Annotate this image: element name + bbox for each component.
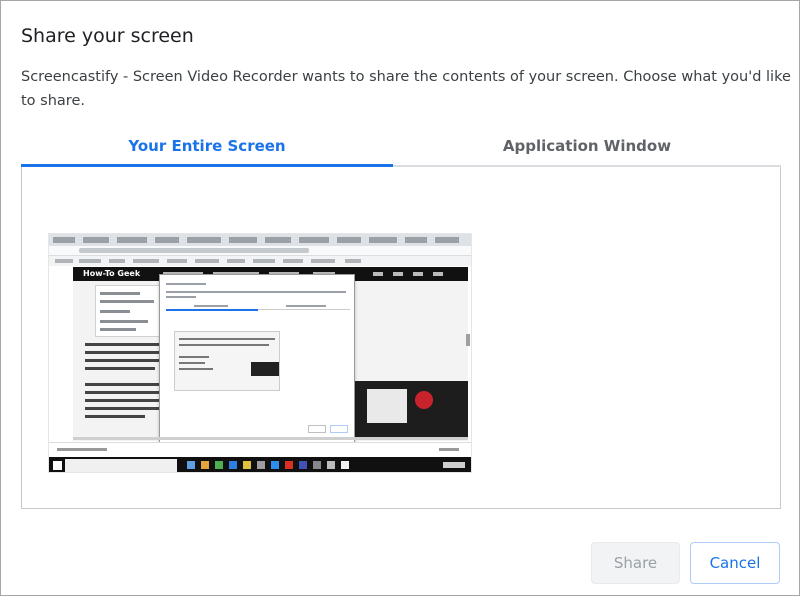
share-button[interactable]: Share	[591, 542, 680, 584]
tab-application-window[interactable]: Application Window	[393, 127, 781, 167]
thumb-start-icon	[53, 461, 62, 470]
tab-entire-screen[interactable]: Your Entire Screen	[21, 127, 393, 167]
entire-screen-thumbnail[interactable]: How-To Geek	[48, 233, 472, 473]
thumb-taskbar	[49, 457, 471, 472]
share-screen-dialog: Share your screen Screencastify - Screen…	[0, 0, 800, 596]
thumb-site-logo: How-To Geek	[83, 269, 141, 278]
thumb-search-box	[65, 459, 177, 472]
thumb-share-dialog	[159, 274, 355, 446]
thumb-url-bar	[49, 246, 471, 256]
dialog-description: Screencastify - Screen Video Recorder wa…	[21, 69, 791, 109]
thumb-bookmarks-bar	[49, 256, 471, 266]
thumb-browser-tabbar	[49, 234, 471, 246]
source-tabs: Your Entire Screen Application Window	[21, 127, 781, 167]
source-panel: How-To Geek	[21, 167, 781, 509]
thumb-download-bar	[49, 442, 471, 456]
thumb-clock	[443, 462, 465, 468]
thumb-hscrollbar	[73, 437, 468, 440]
cancel-button[interactable]: Cancel	[690, 542, 780, 584]
dialog-title: Share your screen	[21, 25, 194, 47]
thumb-scrollbar	[466, 334, 470, 346]
